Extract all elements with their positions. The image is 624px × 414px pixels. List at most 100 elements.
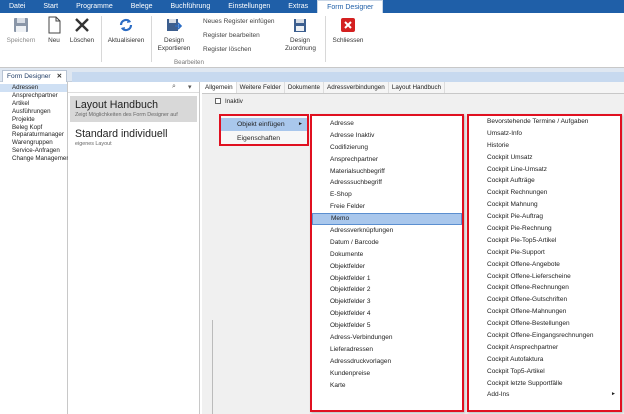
menu-item-cockpit-offene-mahnungen[interactable]: Cockpit Offene-Mahnungen [469,306,620,318]
tab-label: Form Designer [7,72,51,80]
menu-item-cockpit-pie-top5-artikel[interactable]: Cockpit Pie-Top5-Artikel [469,235,620,247]
menu-form-designer[interactable]: Form Designer [317,0,384,13]
menu-item-e-shop[interactable]: E-Shop [312,189,462,201]
dropdown-icon[interactable]: ▾ [188,83,192,91]
menu-item-cockpit-offene-bestellungen[interactable]: Cockpit Offene-Bestellungen [469,318,620,330]
menu-item-add-ins[interactable]: Add-Ins ► [469,389,620,401]
tab-weitere-felder[interactable]: Weitere Felder [237,82,285,93]
tab-allgemein[interactable]: Allgemein [202,82,237,93]
menu-item-label: Cockpit Offene-Rechnungen [487,284,569,292]
layout-title: Standard individuell [75,128,168,141]
tab-form-designer[interactable]: Form Designer ✕ [2,70,68,82]
menu-item-lieferadressen[interactable]: Lieferadressen [312,344,462,356]
menu-item-cockpit-line-umsatz[interactable]: Cockpit Line-Umsatz [469,164,620,176]
menu-einstellungen[interactable]: Einstellungen [219,0,279,13]
new-register-command[interactable]: Neues Register einfügen [203,18,275,25]
menu-item-adresse[interactable]: Adresse [312,118,462,130]
menu-item-cockpit-rechnungen[interactable]: Cockpit Rechnungen [469,187,620,199]
menu-item-label: Cockpit Mahnung [487,201,538,209]
menu-item-adresse-inaktiv[interactable]: Adresse Inaktiv [312,130,462,142]
menu-item-memo[interactable]: Memo [312,213,462,226]
design-assign-button[interactable]: Design Zuordnung [283,16,317,53]
menu-item-adressverknüpfungen[interactable]: Adressverknüpfungen [312,225,462,237]
menu-item-historie[interactable]: Historie [469,140,620,152]
menu-item-cockpit-pie-rechnung[interactable]: Cockpit Pie-Rechnung [469,223,620,235]
menu-item-dokumente[interactable]: Dokumente [312,249,462,261]
edit-register-command[interactable]: Register bearbeiten [203,32,260,39]
menu-item-datum-barcode[interactable]: Datum / Barcode [312,237,462,249]
menu-item-adress-verbindungen[interactable]: Adress-Verbindungen [312,332,462,344]
export-design-button[interactable]: Design Exportieren [154,16,194,53]
menu-item-cockpit-offene-eingangsrechnungen[interactable]: Cockpit Offene-Eingangsrechnungen [469,330,620,342]
nav-item-artikel[interactable]: Artikel [0,100,67,108]
menu-item-cockpit-pie-auftrag[interactable]: Cockpit Pie-Auftrag [469,211,620,223]
menu-item-codifizierung[interactable]: Codifizierung [312,142,462,154]
menu-datei[interactable]: Datei [0,0,34,13]
menu-item-kundenpreise[interactable]: Kundenpreise [312,368,462,380]
refresh-button[interactable]: Aktualisieren [104,16,148,45]
menu-item-objektfelder-4[interactable]: Objektfelder 4 [312,308,462,320]
new-button[interactable]: Neu [44,16,64,45]
menu-item-label: Cockpit Pie-Top5-Artikel [487,236,557,244]
save-button[interactable]: Speichern [5,16,37,45]
layout-card[interactable]: Layout Handbuch Zeigt Möglichkeiten des F… [70,96,197,123]
menu-item-umsatz-info[interactable]: Umsatz-Info [469,128,620,140]
nav-item-reparaturmanager[interactable]: Reparaturmanager [0,131,67,139]
menu-item-objektfelder-3[interactable]: Objektfelder 3 [312,296,462,308]
tab-layout-handbuch[interactable]: Layout Handbuch [389,82,446,93]
context-menu-item-objekt-einfügen[interactable]: Objekt einfügen ► [221,118,307,131]
menu-item-cockpit-ansprechpartner[interactable]: Cockpit Ansprechpartner [469,342,620,354]
menu-item-cockpit-aufträge[interactable]: Cockpit Aufträge [469,175,620,187]
layout-panel: ⌕ ▾ Layout Handbuch Zeigt Möglichkeiten d… [68,82,200,414]
menu-item-karte[interactable]: Karte [312,380,462,392]
close-icon[interactable]: ✕ [57,72,63,82]
menu-item-cockpit-letzte-supportfälle[interactable]: Cockpit letzte Supportfälle [469,378,620,390]
tab-dokumente[interactable]: Dokumente [285,82,325,93]
menu-item-materialsuchbegriff[interactable]: Materialsuchbegriff [312,166,462,178]
nav-item-warengruppen[interactable]: Warengruppen [0,139,67,147]
context-menu-item-eigenschaften[interactable]: Eigenschaften [221,132,307,145]
menu-item-label: Cockpit Offene-Lieferscheine [487,272,571,280]
menu-item-cockpit-umsatz[interactable]: Cockpit Umsatz [469,152,620,164]
menu-item-objektfelder-2[interactable]: Objektfelder 2 [312,284,462,296]
nav-item-ansprechpartner[interactable]: Ansprechpartner [0,92,67,100]
menu-item-cockpit-autofaktura[interactable]: Cockpit Autofaktura [469,354,620,366]
menu-item-label: Cockpit Offene-Eingangsrechnungen [487,332,594,340]
menu-item-objektfelder-1[interactable]: Objektfelder 1 [312,273,462,285]
nav-item-service-anfragen[interactable]: Service-Anfragen [0,147,67,155]
menu-item-cockpit-offene-lieferscheine[interactable]: Cockpit Offene-Lieferscheine [469,271,620,283]
menu-belege[interactable]: Belege [122,0,162,13]
nav-item-beleg-kopf[interactable]: Beleg Kopf [0,124,67,132]
menu-item-bevorstehende-termine-aufgaben[interactable]: Bevorstehende Termine / Aufgaben [469,116,620,128]
tab-adressverbindungen[interactable]: Adressverbindungen [324,82,389,93]
delete-register-command[interactable]: Register löschen [203,46,251,53]
menu-item-adresssuchbegriff[interactable]: Adresssuchbegriff [312,177,462,189]
menu-item-adressdruckvorlagen[interactable]: Adressdruckvorlagen [312,356,462,368]
layout-card[interactable]: Standard individuell eigenes Layout [70,125,197,151]
menu-buchführung[interactable]: Buchführung [162,0,220,13]
menu-item-cockpit-offene-angebote[interactable]: Cockpit Offene-Angebote [469,259,620,271]
menu-item-cockpit-offene-gutschriften[interactable]: Cockpit Offene-Gutschriften [469,294,620,306]
menu-item-objektfelder-5[interactable]: Objektfelder 5 [312,320,462,332]
menu-item-cockpit-offene-rechnungen[interactable]: Cockpit Offene-Rechnungen [469,282,620,294]
menu-item-cockpit-pie-support[interactable]: Cockpit Pie-Support [469,247,620,259]
menu-extras[interactable]: Extras [279,0,317,13]
nav-item-change-management[interactable]: Change Management [0,155,72,163]
menu-item-ansprechpartner[interactable]: Ansprechpartner [312,154,462,166]
delete-button[interactable]: Löschen [67,16,97,45]
design-guide-line [212,320,213,414]
close-button[interactable]: Schliessen [330,16,366,45]
designer-tabs: Allgemein Weitere Felder Dokumente Adressve… [202,82,624,94]
nav-item-projekte[interactable]: Projekte [0,116,67,124]
menu-item-freie-felder[interactable]: Freie Felder [312,201,462,213]
search-icon[interactable]: ⌕ [172,83,176,91]
nav-item-adressen[interactable]: Adressen [0,84,67,92]
menu-item-cockpit-mahnung[interactable]: Cockpit Mahnung [469,199,620,211]
menu-item-cockpit-top5-artikel[interactable]: Cockpit Top5-Artikel [469,366,620,378]
menu-item-objektfelder[interactable]: Objektfelder [312,261,462,273]
nav-item-ausführungen[interactable]: Ausführungen [0,108,67,116]
menu-programme[interactable]: Programme [67,0,122,13]
menu-start[interactable]: Start [34,0,67,13]
layout-subtitle: Zeigt Möglichkeiten des Form Designer au… [75,112,178,118]
inaktiv-checkbox[interactable] [215,98,221,104]
